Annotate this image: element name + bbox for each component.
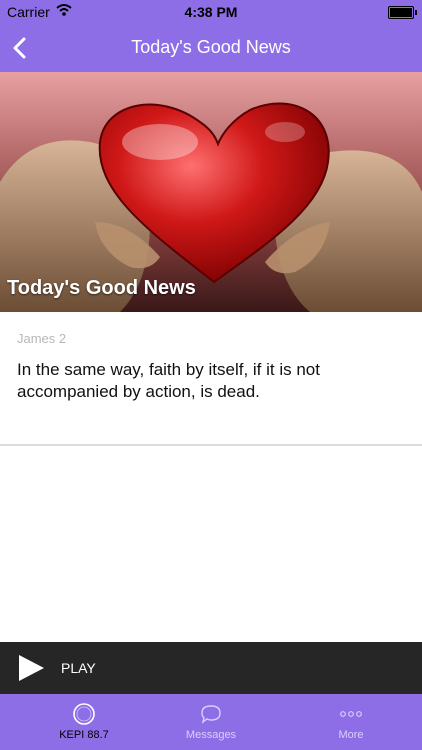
tab-kepi-label: KEPI 88.7 [59,729,109,741]
more-dots-icon [340,711,362,717]
hero-caption: Today's Good News [7,277,196,299]
tab-more-label: More [338,729,364,741]
chat-bubble-icon [201,705,221,724]
navigation-bar: Today's Good News [0,24,422,72]
verse-card: James 2 In the same way, faith by itself… [0,312,422,446]
tab-messages-label: Messages [185,729,237,741]
page-title: Today's Good News [131,37,291,57]
status-time: 4:38 PM [184,4,238,20]
verse-reference: James 2 [17,331,67,346]
play-button[interactable] [17,654,45,682]
play-icon [19,655,44,681]
tab-more[interactable]: More [281,694,421,750]
verse-text: In the same way, faith by itself, if it … [17,360,320,401]
hero-image: Today's Good News [0,72,422,312]
heart-in-hands-image [0,102,422,312]
tab-bar: KEPI 88.7 Messages More [0,694,422,750]
tab-kepi[interactable]: KEPI 88.7 [14,694,154,750]
radio-circle-icon [73,703,95,725]
audio-player: PLAY [0,642,422,694]
play-label[interactable]: PLAY [61,660,96,676]
tab-messages[interactable]: Messages [141,694,281,750]
battery-icon [388,6,417,19]
status-bar: Carrier 4:38 PM [0,0,422,24]
